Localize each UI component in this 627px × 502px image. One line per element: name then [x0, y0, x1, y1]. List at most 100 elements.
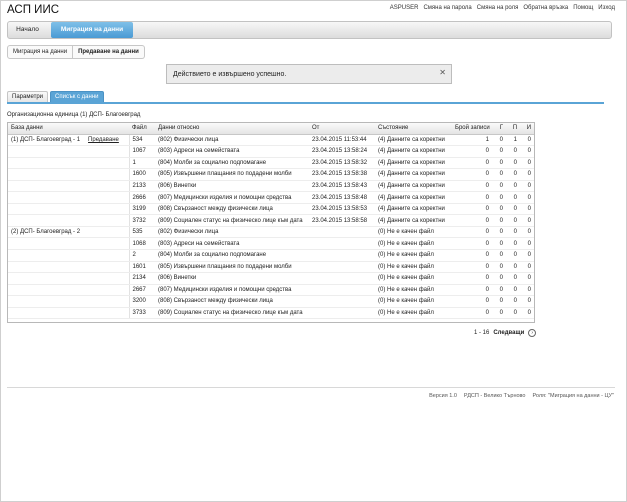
footer-version: Версия 1.0: [429, 393, 457, 399]
table-row[interactable]: 3733 (809) Социален статус на физическо л…: [8, 307, 534, 320]
cell-status: (0) Не е качен файл: [375, 225, 452, 239]
cell-data-about: (805) Извършени плащания по подадени мол…: [155, 168, 309, 181]
cell-p: 0: [506, 237, 520, 250]
cell-p: 0: [506, 145, 520, 158]
cell-file: 1601: [129, 261, 155, 274]
close-icon[interactable]: ✕: [439, 68, 446, 77]
cell-file: 1600: [129, 168, 155, 181]
col-header-g[interactable]: Г: [492, 123, 506, 135]
table-row[interactable]: 3199 (808) Свързаност между физически лиц…: [8, 203, 534, 216]
cell-from: [309, 225, 375, 239]
cell-from: 23.04.2015 13:58:53: [309, 203, 375, 216]
pager-next-button[interactable]: Следващи: [493, 330, 524, 336]
toplink-help[interactable]: Помощ: [573, 5, 593, 11]
table-row[interactable]: 2666 (807) Медицински изделия и помощни с…: [8, 191, 534, 204]
cell-g: 0: [492, 284, 506, 297]
cell-status: (4) Данните са коректни: [375, 180, 452, 193]
cell-records: 0: [452, 214, 492, 227]
table-row[interactable]: 1 (804) Молби за социално подпомагане 23.0…: [8, 157, 534, 170]
cell-database: (1) ДСП- Благоевград - 1 Предаване: [8, 134, 130, 147]
cell-i: 0: [520, 157, 534, 170]
cell-p: 1: [506, 134, 520, 147]
toplink-feedback[interactable]: Обратна връзка: [523, 5, 568, 11]
table-row[interactable]: 2 (804) Молби за социално подпомагане (0) …: [8, 249, 534, 262]
cell-data-about: (807) Медицински изделия и помощни средс…: [155, 191, 309, 204]
toplink-change-role[interactable]: Смяна на роля: [477, 5, 519, 11]
cell-g: 0: [492, 180, 506, 193]
cell-i: 0: [520, 272, 534, 285]
col-header-data-about[interactable]: Данни относно: [155, 123, 309, 135]
cell-p: 0: [506, 157, 520, 170]
nav-data-migration[interactable]: Миграция на данни: [51, 22, 133, 38]
table-row[interactable]: 1601 (805) Извършени плащания по подадени…: [8, 261, 534, 274]
cell-g: 0: [492, 295, 506, 308]
tab-parameters[interactable]: Параметри: [7, 91, 49, 102]
col-header-p[interactable]: П: [506, 123, 520, 135]
cell-records: 0: [452, 295, 492, 308]
table-row[interactable]: 2667 (807) Медицински изделия и помощни с…: [8, 284, 534, 297]
cell-status: (4) Данните са коректни: [375, 134, 452, 147]
cell-g: 0: [492, 272, 506, 285]
cell-g: 0: [492, 134, 506, 147]
cell-from: 23.04.2015 11:53:44: [309, 134, 375, 147]
table-row[interactable]: 1067 (803) Адреси на семействата 23.04.201…: [8, 145, 534, 158]
cell-g: 0: [492, 307, 506, 320]
cell-from: [309, 284, 375, 297]
pager: 1 - 16 Следващи ›: [474, 329, 537, 337]
cell-data-about: (806) Винетки: [155, 272, 309, 285]
toplink-user[interactable]: ASPUSER: [390, 5, 419, 11]
cell-file: 1: [129, 157, 155, 170]
cell-file: 2133: [129, 180, 155, 193]
col-header-records[interactable]: Брой записи: [452, 123, 492, 135]
table-row[interactable]: (2) ДСП- Благоевград - 2 535 (802) Физичес…: [8, 225, 534, 239]
breadcrumb-migration[interactable]: Миграция на данни: [7, 45, 74, 59]
col-header-i[interactable]: И: [520, 123, 534, 135]
cell-g: 0: [492, 214, 506, 227]
cell-p: 0: [506, 284, 520, 297]
cell-status: (0) Не е качен файл: [375, 249, 452, 262]
cell-p: 0: [506, 180, 520, 193]
table-row[interactable]: 3200 (808) Свързаност между физически лиц…: [8, 295, 534, 308]
table-row[interactable]: 1068 (803) Адреси на семействата (0) Не е …: [8, 237, 534, 250]
transfer-link[interactable]: Предаване: [88, 137, 119, 143]
table-row[interactable]: 2134 (806) Винетки (0) Не е качен файл 0 0 0 0: [8, 272, 534, 285]
cell-g: 0: [492, 191, 506, 204]
cell-file: 3733: [129, 307, 155, 320]
cell-records: 0: [452, 168, 492, 181]
cell-file: 2: [129, 249, 155, 262]
cell-file: 3199: [129, 203, 155, 216]
table-row[interactable]: 2133 (806) Винетки 23.04.2015 13:58:43 (4) …: [8, 180, 534, 193]
toplink-change-password[interactable]: Смяна на парола: [423, 5, 471, 11]
cell-p: 0: [506, 214, 520, 227]
tab-data-list[interactable]: Списък с данни: [50, 91, 104, 102]
col-header-file[interactable]: Файл: [129, 123, 155, 135]
cell-records: 0: [452, 180, 492, 193]
cell-i: 0: [520, 284, 534, 297]
table-row[interactable]: 3732 (809) Социален статус на физическо л…: [8, 214, 534, 227]
main-nav: Начало Миграция на данни: [7, 21, 612, 39]
cell-from: [309, 295, 375, 308]
cell-records: 0: [452, 225, 492, 239]
cell-from: [309, 249, 375, 262]
cell-status: (0) Не е качен файл: [375, 261, 452, 274]
cell-g: 0: [492, 249, 506, 262]
table-row[interactable]: (1) ДСП- Благоевград - 1 Предаване 534 (802…: [8, 134, 534, 147]
cell-p: 0: [506, 168, 520, 181]
cell-i: 0: [520, 249, 534, 262]
cell-data-about: (809) Социален статус на физическо лице …: [155, 214, 309, 227]
cell-file: 2667: [129, 284, 155, 297]
top-links: ASPUSER Смяна на парола Смяна на роля Об…: [390, 5, 615, 11]
col-header-status[interactable]: Състояние: [375, 123, 452, 135]
toplink-logout[interactable]: Изход: [598, 5, 615, 11]
cell-file: 3732: [129, 214, 155, 227]
col-header-database[interactable]: База данни: [8, 123, 129, 135]
cell-status: (4) Данните са коректни: [375, 214, 452, 227]
cell-from: 23.04.2015 13:58:43: [309, 180, 375, 193]
cell-from: 23.04.2015 13:58:38: [309, 168, 375, 181]
chevron-right-icon[interactable]: ›: [528, 329, 537, 337]
table-row[interactable]: 1600 (805) Извършени плащания по подадени…: [8, 168, 534, 181]
nav-home[interactable]: Начало: [11, 22, 44, 38]
col-header-from[interactable]: От: [309, 123, 375, 135]
breadcrumb: Миграция на данни Предаване на данни: [7, 45, 145, 59]
cell-status: (0) Не е качен файл: [375, 295, 452, 308]
